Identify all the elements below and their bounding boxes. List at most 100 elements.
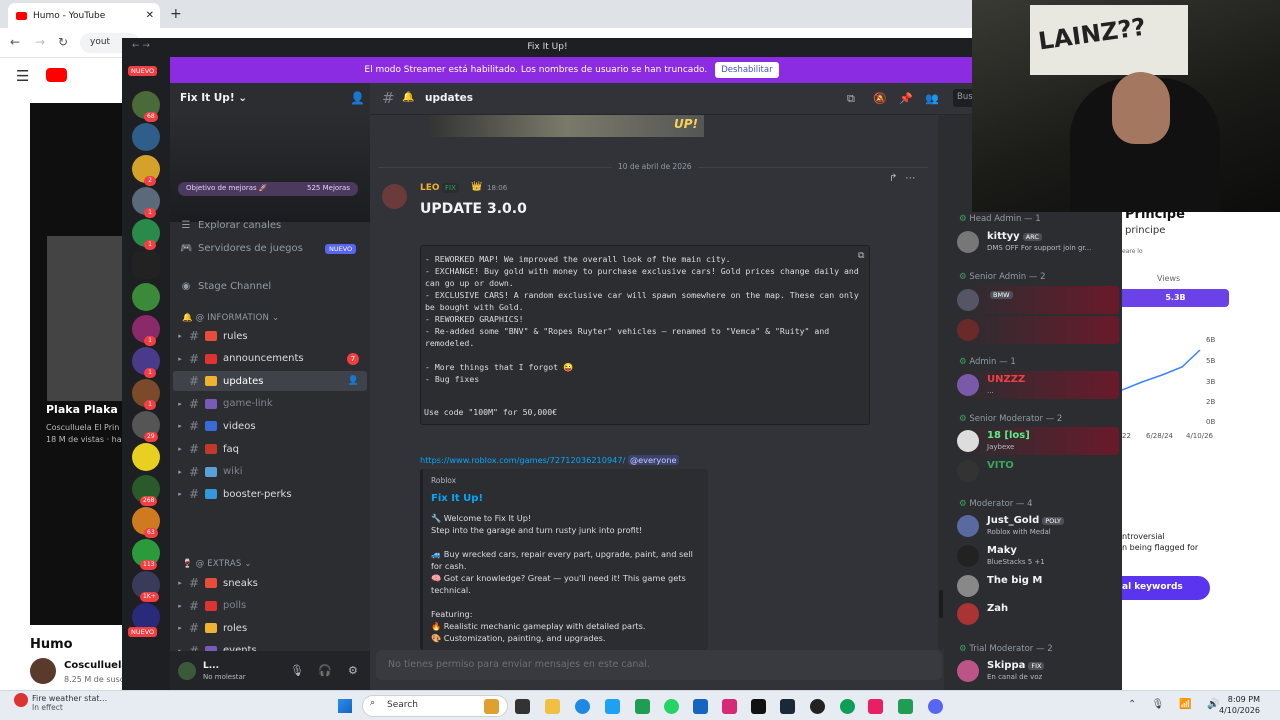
keywords-button[interactable]: al keywords: [1122, 576, 1210, 600]
channel-booster-perks[interactable]: ▸ # booster-perks: [173, 484, 367, 504]
video-player[interactable]: Plaka Plaka Cosculluela El Prin 18 M de …: [30, 103, 125, 625]
pin-icon[interactable]: 📌: [899, 92, 913, 105]
member-row[interactable]: Maky BlueStacks 5 +1: [957, 542, 1119, 570]
user-avatar[interactable]: [178, 662, 196, 680]
member-avatar[interactable]: [957, 575, 979, 597]
previous-message-image[interactable]: UP!: [428, 115, 704, 137]
disable-streamer-button[interactable]: Deshabilitar: [715, 62, 779, 78]
server-icon[interactable]: [132, 123, 160, 151]
category-extras[interactable]: 🍷 @ EXTRAS ⌄: [182, 559, 252, 569]
member-row[interactable]: VITO: [957, 457, 1119, 485]
views-value[interactable]: 5.3B: [1122, 289, 1229, 307]
server-icon[interactable]: [132, 443, 160, 471]
whatsapp-icon[interactable]: [664, 699, 679, 714]
excel-icon[interactable]: [635, 699, 650, 714]
tiktok-icon[interactable]: [751, 699, 766, 714]
tiktok-live-icon[interactable]: [868, 699, 883, 714]
channel-faq[interactable]: ▸ # faq: [173, 439, 367, 459]
copy-icon[interactable]: ⧉: [858, 251, 864, 261]
user-name[interactable]: L...: [203, 661, 219, 671]
member-avatar[interactable]: [957, 319, 979, 341]
microphone-icon[interactable]: 🎙: [290, 664, 304, 677]
channel-polls[interactable]: ▸ # polls: [173, 596, 367, 616]
new-tab-icon[interactable]: +: [170, 6, 182, 22]
discord-icon[interactable]: [928, 699, 943, 714]
expand-arrow-icon[interactable]: ▸: [175, 400, 185, 408]
settings-gear-icon[interactable]: ⚙: [348, 664, 358, 677]
weather-alert-icon[interactable]: [14, 693, 28, 707]
member-list-icon[interactable]: 👥: [925, 92, 939, 105]
member-avatar[interactable]: [957, 231, 979, 253]
member-row[interactable]: UNZZZ...: [957, 371, 1119, 399]
expand-arrow-icon[interactable]: ▸: [175, 579, 185, 587]
expand-arrow-icon[interactable]: ▸: [175, 624, 185, 632]
obs-icon[interactable]: [810, 699, 825, 714]
channel-avatar[interactable]: [30, 658, 56, 684]
everyone-mention[interactable]: @everyone: [627, 455, 679, 465]
clock[interactable]: 8:09 PM 4/10/2026: [1219, 694, 1260, 716]
menu-icon[interactable]: ☰: [16, 67, 29, 85]
server-icon[interactable]: [132, 283, 160, 311]
youtube-logo-icon[interactable]: [46, 68, 67, 82]
expand-arrow-icon[interactable]: ▸: [175, 422, 185, 430]
member-row[interactable]: [957, 316, 1119, 344]
calculator-icon[interactable]: [693, 699, 708, 714]
channel-wiki[interactable]: ▸ # wiki: [173, 462, 367, 482]
task-view-icon[interactable]: [515, 699, 530, 714]
member-avatar[interactable]: [957, 603, 979, 625]
message-author-avatar[interactable]: [382, 184, 407, 209]
window-back-icon[interactable]: ← →: [132, 41, 150, 51]
member-row[interactable]: kittyy ARC DMS OFF For support join gr...: [957, 228, 1119, 256]
forward-icon[interactable]: →: [35, 35, 45, 49]
channel-rules[interactable]: ▸ # rules: [173, 326, 367, 346]
scrollbar-thumb[interactable]: [939, 590, 943, 618]
member-avatar[interactable]: [957, 660, 979, 682]
app-icon[interactable]: [484, 699, 499, 714]
expand-arrow-icon[interactable]: ▸: [175, 490, 185, 498]
system-tray[interactable]: ⌃ 🎙 📶 🔊: [1128, 699, 1226, 710]
member-avatar[interactable]: [957, 515, 979, 537]
expand-arrow-icon[interactable]: ▸: [175, 332, 185, 340]
channel-sneaks[interactable]: ▸ # sneaks: [173, 573, 367, 593]
browser-tab[interactable]: Humo - YouTube ✕: [8, 3, 160, 28]
forward-icon[interactable]: ↱: [889, 173, 905, 184]
server-name[interactable]: Fix It Up! ⌄: [180, 92, 247, 104]
edge-icon[interactable]: [575, 699, 590, 714]
more-options-icon[interactable]: ⋯: [905, 173, 923, 184]
member-avatar[interactable]: [957, 545, 979, 567]
expand-arrow-icon[interactable]: ▸: [175, 355, 185, 363]
explore-channels[interactable]: ☰ Explorar canales: [180, 220, 282, 231]
server-icon[interactable]: [132, 251, 160, 279]
steam-icon[interactable]: [780, 699, 795, 714]
mute-icon[interactable]: 🔕: [873, 92, 887, 105]
member-avatar[interactable]: [957, 374, 979, 396]
expand-arrow-icon[interactable]: ▸: [175, 602, 185, 610]
weather-widget[interactable]: Fire weather stat... In effect: [32, 694, 107, 712]
stage-channel[interactable]: ◉ Stage Channel: [180, 281, 272, 292]
category-information[interactable]: 🔔 @ INFORMATION ⌄: [182, 313, 279, 323]
twitter-icon[interactable]: [605, 699, 620, 714]
member-avatar[interactable]: [957, 289, 979, 311]
excel-icon-2[interactable]: [898, 699, 913, 714]
chrome-icon[interactable]: [840, 699, 855, 714]
member-row[interactable]: Just_Gold POLY Roblox with Medal: [957, 512, 1119, 540]
message-author[interactable]: LEO: [420, 183, 440, 193]
reload-icon[interactable]: ↻: [58, 35, 68, 49]
message-actions[interactable]: ↱⋯: [889, 173, 923, 184]
member-row[interactable]: BMW: [957, 286, 1119, 314]
headphones-icon[interactable]: 🎧: [318, 664, 332, 677]
threads-icon[interactable]: ⧉: [847, 92, 855, 106]
add-member-icon[interactable]: 👤: [348, 376, 359, 386]
member-row[interactable]: Skippa FIX En canal de voz: [957, 657, 1119, 685]
instagram-icon[interactable]: [722, 699, 737, 714]
boost-goal-bar[interactable]: Objetivo de mejoras 🚀 525 Mejoras: [178, 182, 358, 196]
file-explorer-icon[interactable]: [545, 699, 560, 714]
start-menu-icon[interactable]: [338, 699, 352, 713]
expand-arrow-icon[interactable]: ▸: [175, 445, 185, 453]
member-row[interactable]: Zah: [957, 600, 1119, 628]
member-row[interactable]: The big M: [957, 572, 1119, 600]
message-input[interactable]: No tienes permiso para enviar mensajes e…: [376, 650, 942, 680]
member-row[interactable]: 18 [los] Jaybexe: [957, 427, 1119, 455]
channel-roles[interactable]: ▸ # roles: [173, 618, 367, 638]
channel-videos[interactable]: ▸ # videos: [173, 416, 367, 436]
